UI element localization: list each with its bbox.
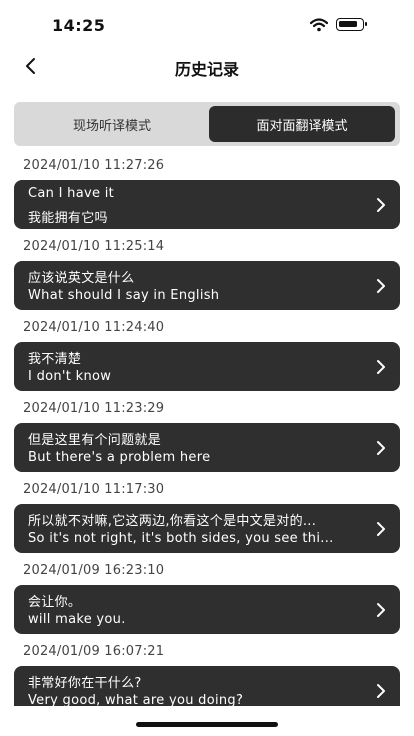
home-indicator <box>136 722 278 727</box>
record-timestamp: 2024/01/09 16:07:21 <box>23 644 165 659</box>
history-card[interactable]: 我不清楚 I don't know <box>14 342 400 391</box>
history-card[interactable]: Can I have it 我能拥有它吗 <box>14 180 400 229</box>
chevron-right-icon <box>377 684 385 698</box>
history-group: 2024/01/09 16:23:10 会让你。 will make you. <box>0 555 414 636</box>
history-group: 2024/01/10 11:24:40 我不清楚 I don't know <box>0 312 414 393</box>
chevron-right-icon <box>377 603 385 617</box>
chevron-right-icon <box>377 198 385 212</box>
record-source-text: 会让你。 <box>28 595 82 610</box>
record-timestamp: 2024/01/10 11:24:40 <box>23 320 165 335</box>
record-translation-text: Very good, what are you doing? <box>28 693 244 706</box>
chevron-right-icon <box>377 360 385 374</box>
wifi-icon <box>310 18 328 32</box>
status-bar: 14:25 <box>0 0 414 50</box>
status-time: 14:25 <box>52 16 106 35</box>
mode-segmented-control: 现场听译模式 面对面翻译模式 <box>14 102 400 146</box>
tab-onsite-interpretation[interactable]: 现场听译模式 <box>18 106 206 142</box>
record-translation-text: What should I say in English <box>28 288 220 303</box>
record-source-text: 非常好你在干什么? <box>28 676 142 691</box>
record-timestamp: 2024/01/10 11:27:26 <box>23 158 165 173</box>
chevron-right-icon <box>377 522 385 536</box>
chevron-right-icon <box>377 441 385 455</box>
record-timestamp: 2024/01/10 11:23:29 <box>23 401 165 416</box>
record-source-text: Can I have it <box>28 186 115 201</box>
record-timestamp: 2024/01/10 11:17:30 <box>23 482 165 497</box>
record-translation-text: I don't know <box>28 369 112 384</box>
chevron-right-icon <box>377 279 385 293</box>
history-group: 2024/01/10 11:27:26 Can I have it 我能拥有它吗 <box>0 150 414 231</box>
history-group: 2024/01/10 11:17:30 所以就不对嘛,它这两边,你看这个是中文是… <box>0 474 414 555</box>
record-translation-text: 我能拥有它吗 <box>28 211 108 226</box>
history-group: 2024/01/10 11:23:29 但是这里有个问题就是 But there… <box>0 393 414 474</box>
history-list[interactable]: 2024/01/10 11:27:26 Can I have it 我能拥有它吗… <box>0 150 414 706</box>
record-timestamp: 2024/01/10 11:25:14 <box>23 239 165 254</box>
page-title: 历史记录 <box>174 60 239 79</box>
record-translation-text: So it's not right, it's both sides, you … <box>28 531 334 546</box>
nav-bar: 历史记录 <box>0 50 414 82</box>
history-group: 2024/01/09 16:07:21 非常好你在干什么? Very good,… <box>0 636 414 706</box>
history-card[interactable]: 但是这里有个问题就是 But there's a problem here <box>14 423 400 472</box>
history-card[interactable]: 非常好你在干什么? Very good, what are you doing? <box>14 666 400 706</box>
record-translation-text: But there's a problem here <box>28 450 211 465</box>
record-timestamp: 2024/01/09 16:23:10 <box>23 563 165 578</box>
history-card[interactable]: 应该说英文是什么 What should I say in English <box>14 261 400 310</box>
battery-icon <box>336 18 367 31</box>
history-group: 2024/01/10 11:25:14 应该说英文是什么 What should… <box>0 231 414 312</box>
record-source-text: 所以就不对嘛,它这两边,你看这个是中文是对的... <box>28 514 317 529</box>
record-source-text: 应该说英文是什么 <box>28 271 135 286</box>
history-card[interactable]: 所以就不对嘛,它这两边,你看这个是中文是对的... So it's not ri… <box>14 504 400 553</box>
tab-face-to-face-translation[interactable]: 面对面翻译模式 <box>209 106 395 142</box>
record-source-text: 我不清楚 <box>28 352 82 367</box>
record-source-text: 但是这里有个问题就是 <box>28 433 162 448</box>
history-card[interactable]: 会让你。 will make you. <box>14 585 400 634</box>
record-translation-text: will make you. <box>28 612 126 627</box>
